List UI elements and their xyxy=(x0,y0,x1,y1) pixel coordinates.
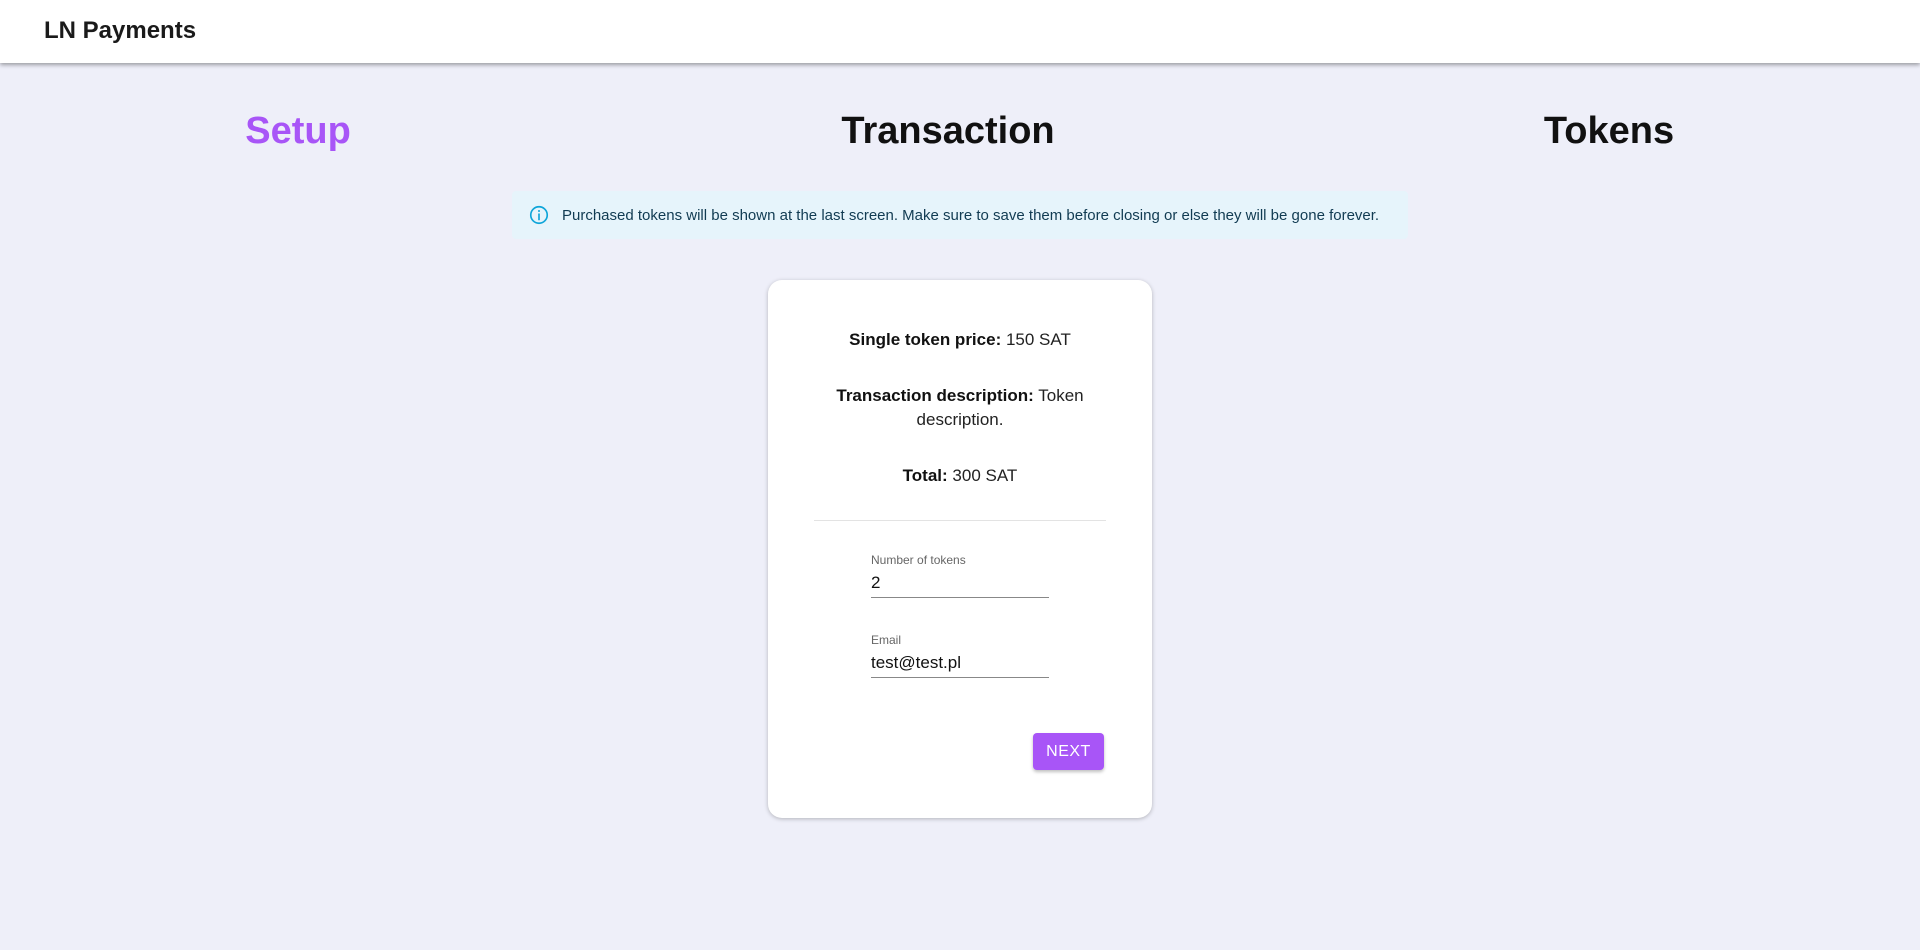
email-field-label: Email xyxy=(871,633,902,647)
email-input[interactable] xyxy=(871,653,1049,678)
description-line: Transaction description: Token descripti… xyxy=(808,384,1112,432)
alert-message: Purchased tokens will be shown at the la… xyxy=(562,206,1380,224)
total-line: Total: 300 SAT xyxy=(808,464,1112,488)
stepper: Setup Transaction Tokens xyxy=(0,106,1920,156)
setup-card: Single token price: 150 SAT Transaction … xyxy=(768,280,1152,818)
price-line: Single token price: 150 SAT xyxy=(808,328,1112,352)
step-setup[interactable]: Setup xyxy=(245,106,351,156)
tokens-field: Number of tokens xyxy=(871,553,1049,598)
total-label: Total: xyxy=(902,466,948,485)
email-field: Email xyxy=(871,633,1049,678)
app-bar: LN Payments xyxy=(0,0,1920,63)
total-value: 300 SAT xyxy=(952,466,1018,485)
info-alert: Purchased tokens will be shown at the la… xyxy=(512,191,1408,239)
price-label: Single token price: xyxy=(849,330,1002,349)
price-value: 150 SAT xyxy=(1005,330,1071,349)
next-button[interactable]: NEXT xyxy=(1033,733,1104,770)
info-icon xyxy=(529,205,549,225)
description-label: Transaction description: xyxy=(836,386,1034,405)
step-transaction[interactable]: Transaction xyxy=(841,106,1054,156)
app-title: LN Payments xyxy=(44,17,197,44)
step-tokens[interactable]: Tokens xyxy=(1544,106,1674,156)
number-of-tokens-input[interactable] xyxy=(871,573,1049,598)
divider xyxy=(814,520,1106,521)
tokens-field-label: Number of tokens xyxy=(871,553,966,567)
